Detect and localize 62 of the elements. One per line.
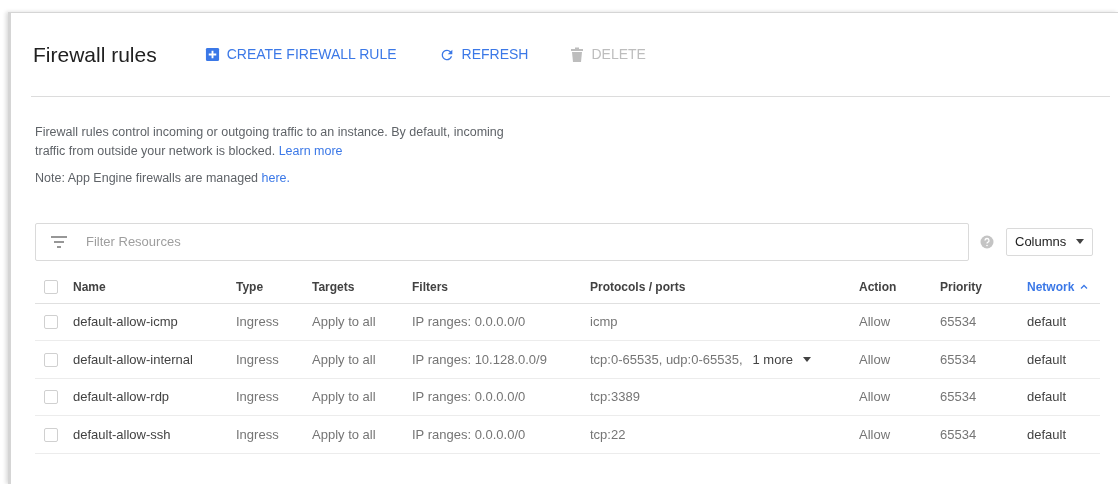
table-cell-text: Apply to all xyxy=(312,388,377,407)
table-cell-text: tcp:22 xyxy=(590,425,626,444)
table-cell-text: 65534 xyxy=(940,313,978,332)
note-text: Note: App Engine firewalls are managed here. xyxy=(35,170,292,187)
create-button[interactable]: CREATE FIREWALL RULE xyxy=(204,44,397,65)
learn-more-link[interactable]: Learn more xyxy=(278,144,343,158)
table-cell-text: tcp:0-65535, udp:0-65535, xyxy=(590,350,743,369)
column-header[interactable]: Priority xyxy=(940,277,1027,296)
more-dropdown[interactable]: 1 more xyxy=(752,349,811,370)
table-cell-text: Apply to all xyxy=(312,425,377,444)
table-cell-text: IP ranges: 0.0.0.0/0 xyxy=(412,388,527,407)
columns-dropdown[interactable]: Columns xyxy=(1006,227,1094,256)
table-cell-text: icmp xyxy=(590,313,618,332)
column-header[interactable]: Name xyxy=(73,277,236,296)
table-cell-text: Ingress xyxy=(236,425,280,444)
filter-icon xyxy=(51,235,67,248)
checkbox[interactable] xyxy=(44,315,58,329)
help-icon[interactable] xyxy=(980,234,994,249)
column-header[interactable]: Filters xyxy=(412,277,590,296)
description-text: Firewall rules control incoming or outgoing traffic to an instance. By default, incoming traffic from outside your network is blocked. Learn more xyxy=(35,124,505,160)
table-cell-text: 65534 xyxy=(940,350,978,369)
table-cell-text: default xyxy=(1027,425,1068,444)
column-header[interactable]: Targets xyxy=(312,277,412,296)
sort-up-icon xyxy=(1080,284,1089,290)
table-cell-text: tcp:3389 xyxy=(590,388,640,407)
column-header[interactable]: Protocols / ports xyxy=(590,277,859,296)
table-cell-text: IP ranges: 0.0.0.0/0 xyxy=(412,313,527,332)
table-cell-text: default xyxy=(1027,350,1068,369)
checkbox[interactable] xyxy=(44,390,58,404)
table-cell-text: IP ranges: 0.0.0.0/0 xyxy=(412,425,527,444)
table-cell-text: Allow xyxy=(859,388,892,407)
rule-name[interactable]: default-allow-ssh xyxy=(73,424,236,445)
table-cell-text: Allow xyxy=(859,425,892,444)
rule-name[interactable]: default-allow-internal xyxy=(73,349,236,370)
column-header[interactable]: Action xyxy=(859,277,940,296)
table-cell-text: Apply to all xyxy=(312,313,377,332)
trash-icon xyxy=(570,46,585,63)
column-header[interactable]: Type xyxy=(236,277,312,296)
table-cell-text: 65534 xyxy=(940,425,978,444)
table-cell-text: default xyxy=(1027,313,1068,332)
table-cell-text: IP ranges: 10.128.0.0/9 xyxy=(412,350,548,369)
rule-name[interactable]: default-allow-icmp xyxy=(73,312,236,332)
table-cell-text: 65534 xyxy=(940,388,978,407)
caret-icon xyxy=(803,357,811,362)
checkbox[interactable] xyxy=(44,352,58,367)
plus-square-icon xyxy=(204,47,220,62)
page-title: Firewall rules xyxy=(33,41,157,68)
table-cell-text: default xyxy=(1027,388,1068,407)
table-cell-text: Allow xyxy=(859,350,892,369)
checkbox[interactable] xyxy=(44,279,58,294)
checkbox[interactable] xyxy=(44,427,58,442)
table-cell-text: Ingress xyxy=(236,388,280,407)
caret-icon xyxy=(1076,239,1085,245)
rule-name[interactable]: default-allow-rdp xyxy=(73,387,236,407)
table-cell-text: Allow xyxy=(859,313,892,332)
here-link[interactable]: here. xyxy=(261,171,291,185)
table-cell-text: Apply to all xyxy=(312,350,377,369)
refresh-button[interactable]: REFRESH xyxy=(438,44,529,65)
table-cell-text: Ingress xyxy=(236,350,280,369)
table-cell-text: Ingress xyxy=(236,313,280,332)
column-header[interactable]: Network xyxy=(1027,277,1100,296)
filter-field[interactable]: Filter Resources xyxy=(35,222,969,261)
